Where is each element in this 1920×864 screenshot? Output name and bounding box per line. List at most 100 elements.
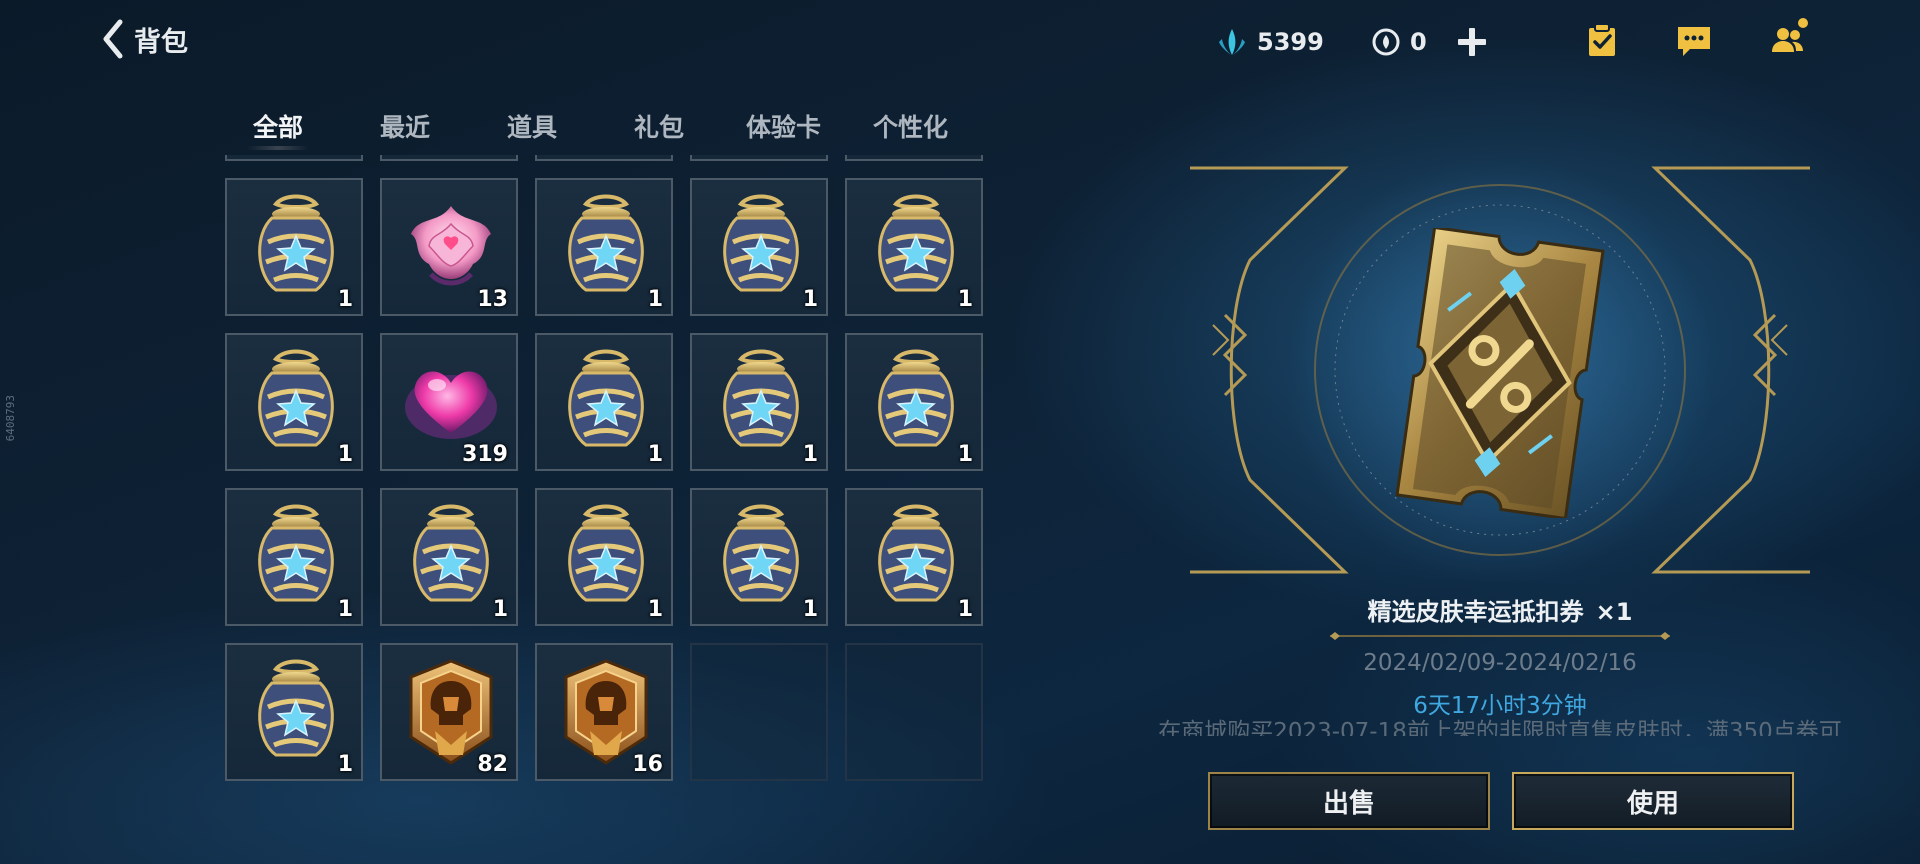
pouch-icon — [723, 349, 799, 447]
blue-essence-icon — [1219, 29, 1245, 55]
pouch-icon — [878, 504, 954, 602]
tab-recent[interactable]: 最近 — [380, 108, 430, 144]
inventory-slot[interactable]: 1 — [845, 488, 983, 626]
plus-icon[interactable] — [1454, 24, 1490, 60]
item-count: 1 — [648, 155, 663, 157]
time-remaining: 6天17小时3分钟 — [1413, 693, 1587, 719]
item-count: 1 — [957, 442, 973, 467]
title-divider — [1330, 632, 1670, 640]
inventory-slot[interactable]: 319 — [380, 333, 518, 471]
tab-personalize[interactable]: 个性化 — [873, 108, 948, 144]
chat-icon[interactable] — [1674, 20, 1714, 60]
item-name-text: 精选皮肤幸运抵扣券 — [1367, 598, 1584, 626]
item-count: 1 — [337, 442, 353, 467]
use-button[interactable]: 使用 — [1512, 772, 1794, 830]
item-count: 82 — [477, 752, 508, 777]
inventory-slot[interactable]: 1 — [225, 333, 363, 471]
inventory-slot[interactable]: 1 — [535, 155, 673, 161]
tab-gift-packs[interactable]: 礼包 — [634, 108, 684, 144]
item-description: 在商城购买2023-07-18前上架的非限时直售皮肤时，满350点券可 — [1158, 719, 1842, 736]
inventory-slot[interactable]: 133 — [690, 155, 828, 161]
item-count: 1 — [957, 597, 973, 622]
category-tabs: 全部 最近 道具 礼包 体验卡 个性化 — [230, 108, 990, 150]
side-build-id: 6408793 — [4, 395, 17, 442]
item-count: 13 — [477, 287, 508, 312]
inventory-slot[interactable]: 1 — [845, 178, 983, 316]
inventory-slot-empty — [845, 643, 983, 781]
inventory-slot[interactable]: 1 — [535, 488, 673, 626]
item-quantity: ×1 — [1595, 598, 1633, 626]
emblem-icon — [564, 659, 648, 765]
pouch-icon — [723, 504, 799, 602]
task-checklist-icon[interactable] — [1582, 20, 1622, 60]
item-name: 精选皮肤幸运抵扣券 ×1 — [1200, 592, 1800, 627]
token-counter: 0 — [1370, 22, 1427, 62]
pouch-icon — [878, 194, 954, 292]
token-amount: 0 — [1410, 28, 1427, 56]
pouch-icon — [258, 349, 334, 447]
item-count: 86 — [322, 155, 353, 157]
item-count: 16 — [632, 752, 663, 777]
emblem-icon — [409, 659, 493, 765]
inventory-slot[interactable]: 1 — [225, 488, 363, 626]
item-count: 1 — [337, 752, 353, 777]
rose-icon — [411, 206, 491, 286]
validity-date-range: 2024/02/09-2024/02/16 — [1363, 650, 1637, 676]
inventory-slot[interactable]: 1 — [535, 333, 673, 471]
discount-coupon-icon — [1395, 228, 1605, 518]
inventory-slot[interactable]: 1 — [225, 178, 363, 316]
pouch-icon — [258, 194, 334, 292]
inventory-grid[interactable]: 86 6 1 133 186 1 13 — [225, 155, 1005, 805]
pouch-icon — [258, 659, 334, 757]
heart-icon — [405, 371, 497, 439]
blue-essence-amount: 5399 — [1257, 28, 1324, 56]
pouch-icon — [723, 194, 799, 292]
pouch-icon — [568, 194, 644, 292]
item-count: 186 — [927, 155, 973, 157]
inventory-slot[interactable]: 6 — [380, 155, 518, 161]
inventory-slot[interactable]: 1 — [380, 488, 518, 626]
back-button[interactable]: 背包 — [100, 18, 188, 60]
item-count: 1 — [647, 287, 663, 312]
pouch-icon — [258, 504, 334, 602]
item-count: 1 — [647, 597, 663, 622]
item-count: 1 — [802, 442, 818, 467]
pouch-icon — [878, 349, 954, 447]
item-count: 1 — [337, 287, 353, 312]
item-count: 133 — [772, 155, 818, 157]
inventory-slot[interactable]: 16 — [535, 643, 673, 781]
friends-icon[interactable] — [1768, 18, 1808, 60]
inventory-slot[interactable]: 1 — [225, 643, 363, 781]
blue-essence-counter: 5399 — [1215, 22, 1324, 62]
inventory-slot[interactable]: 1 — [690, 333, 828, 471]
inventory-slot[interactable]: 82 — [380, 643, 518, 781]
inventory-slot[interactable]: 186 — [845, 155, 983, 161]
item-count: 1 — [492, 597, 508, 622]
inventory-slot[interactable]: 1 — [690, 178, 828, 316]
pouch-icon — [568, 349, 644, 447]
inventory-slot[interactable]: 1 — [845, 333, 983, 471]
pouch-icon — [413, 504, 489, 602]
tab-trial-cards[interactable]: 体验卡 — [746, 108, 821, 144]
inventory-slot-empty — [690, 643, 828, 781]
tab-props[interactable]: 道具 — [507, 108, 557, 144]
item-count: 6 — [493, 155, 508, 157]
sell-button[interactable]: 出售 — [1208, 772, 1490, 830]
inventory-slot[interactable]: 86 — [225, 155, 363, 161]
item-count: 1 — [802, 287, 818, 312]
item-count: 1 — [802, 597, 818, 622]
item-description-scroll[interactable]: 在商城购买2023-07-18前上架的非限时直售皮肤时，满350点券可 — [1150, 718, 1850, 736]
inventory-slot[interactable]: 1 — [535, 178, 673, 316]
item-count: 1 — [337, 597, 353, 622]
token-coin-icon — [1372, 28, 1400, 56]
item-count: 1 — [647, 442, 663, 467]
item-count: 1 — [957, 287, 973, 312]
pouch-icon — [568, 504, 644, 602]
inventory-slot[interactable]: 1 — [690, 488, 828, 626]
item-count: 319 — [462, 442, 508, 467]
back-arrow-icon — [103, 19, 123, 59]
tab-all[interactable]: 全部 — [246, 108, 310, 150]
notification-dot — [1798, 18, 1808, 28]
inventory-slot[interactable]: 13 — [380, 178, 518, 316]
page-title: 背包 — [134, 26, 188, 58]
